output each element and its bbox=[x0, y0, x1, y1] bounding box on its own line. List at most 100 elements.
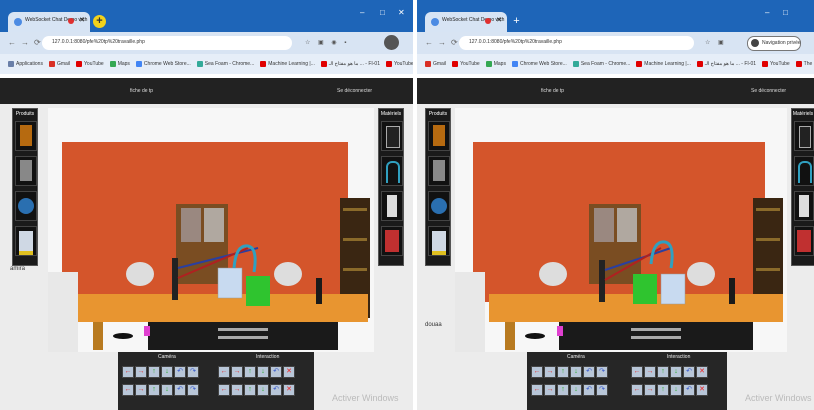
product-slot[interactable] bbox=[428, 226, 450, 256]
bookmark-item[interactable]: Gmail bbox=[425, 61, 446, 67]
material-slot[interactable] bbox=[794, 121, 814, 151]
navigation-icons[interactable]: ←→⟳ bbox=[425, 38, 463, 47]
rotate-left-button[interactable]: ↶ bbox=[270, 366, 282, 378]
browser-tab[interactable]: WebSocket Chat Demo with ✕ bbox=[8, 12, 90, 32]
product-slot[interactable] bbox=[15, 156, 37, 186]
bookmark-item[interactable]: Chrome Web Store... bbox=[135, 61, 191, 67]
rotate-right-button[interactable]: ↷ bbox=[187, 384, 199, 396]
arrow-left-button[interactable]: ← bbox=[631, 384, 643, 396]
close-window-icon[interactable]: ✕ bbox=[398, 8, 405, 17]
bookmark-item[interactable]: ما هو مفتاح الـ ... - FI-01 bbox=[320, 61, 380, 67]
new-tab-button[interactable]: + bbox=[93, 15, 106, 28]
bookmark-item[interactable]: YouTube bbox=[762, 61, 790, 67]
arrow-right-button[interactable]: → bbox=[544, 366, 556, 378]
arrow-left-button[interactable]: ← bbox=[122, 366, 134, 378]
arrow-up-button[interactable]: ↑ bbox=[557, 366, 569, 378]
rotate-left-button[interactable]: ↶ bbox=[583, 384, 595, 396]
delete-button[interactable]: ✕ bbox=[696, 366, 708, 378]
arrow-up-button[interactable]: ↑ bbox=[557, 384, 569, 396]
bookmark-item[interactable]: YouTube bbox=[76, 61, 104, 67]
bookmark-item[interactable]: YouTube bbox=[385, 61, 413, 67]
bookmark-item[interactable]: Machine Learning |... bbox=[636, 61, 691, 67]
navigation-icons[interactable]: ←→⟳ bbox=[8, 38, 46, 47]
arrow-left-button[interactable]: ← bbox=[122, 384, 134, 396]
product-slot[interactable] bbox=[428, 121, 450, 151]
bookmark-item[interactable]: Sea Foam - Chrome... bbox=[572, 61, 630, 67]
bookmark-item[interactable]: YouTube bbox=[452, 61, 480, 67]
maximize-icon[interactable]: □ bbox=[783, 8, 788, 17]
product-slot[interactable] bbox=[15, 226, 37, 256]
rotate-left-button[interactable]: ↶ bbox=[270, 384, 282, 396]
material-slot[interactable] bbox=[794, 226, 814, 256]
material-slot[interactable] bbox=[381, 156, 403, 186]
arrow-down-button[interactable]: ↓ bbox=[570, 384, 582, 396]
arrow-right-button[interactable]: → bbox=[544, 384, 556, 396]
arrow-right-button[interactable]: → bbox=[231, 384, 243, 396]
product-slot[interactable] bbox=[15, 121, 37, 151]
minimize-icon[interactable]: – bbox=[360, 8, 364, 17]
material-slot[interactable] bbox=[381, 191, 403, 221]
material-slot[interactable] bbox=[381, 226, 403, 256]
rotate-left-button[interactable]: ↶ bbox=[683, 384, 695, 396]
maximize-icon[interactable]: □ bbox=[380, 8, 385, 17]
arrow-up-button[interactable]: ↑ bbox=[244, 384, 256, 396]
logout-link[interactable]: Se déconnecter bbox=[751, 88, 786, 94]
arrow-right-button[interactable]: → bbox=[231, 366, 243, 378]
material-slot[interactable] bbox=[381, 121, 403, 151]
bookmark-item[interactable]: ما هو مفتاح الـ ... - FI-01 bbox=[696, 61, 756, 67]
extension-icons[interactable]: ☆ ▣ ◉ ▪ bbox=[305, 39, 349, 46]
arrow-down-button[interactable]: ↓ bbox=[670, 384, 682, 396]
arrow-down-button[interactable]: ↓ bbox=[257, 384, 269, 396]
delete-button[interactable]: ✕ bbox=[696, 384, 708, 396]
arrow-down-button[interactable]: ↓ bbox=[161, 366, 173, 378]
rotate-right-button[interactable]: ↷ bbox=[596, 366, 608, 378]
profile-avatar[interactable] bbox=[384, 35, 399, 50]
rotate-left-button[interactable]: ↶ bbox=[174, 384, 186, 396]
arrow-down-button[interactable]: ↓ bbox=[570, 366, 582, 378]
rotate-left-button[interactable]: ↶ bbox=[174, 366, 186, 378]
arrow-left-button[interactable]: ← bbox=[218, 366, 230, 378]
rotate-left-button[interactable]: ↶ bbox=[683, 366, 695, 378]
incognito-indicator[interactable]: Navigation privée bbox=[747, 36, 801, 51]
rotate-right-button[interactable]: ↷ bbox=[187, 366, 199, 378]
extension-icons[interactable]: ☆ ▣ bbox=[705, 39, 727, 46]
arrow-left-button[interactable]: ← bbox=[531, 366, 543, 378]
url-field[interactable]: 127.0.0.1:8080/pfe%20tp%20travaille.php bbox=[42, 36, 292, 50]
arrow-down-button[interactable]: ↓ bbox=[161, 384, 173, 396]
arrow-up-button[interactable]: ↑ bbox=[657, 384, 669, 396]
product-slot[interactable] bbox=[428, 191, 450, 221]
arrow-right-button[interactable]: → bbox=[135, 384, 147, 396]
arrow-down-button[interactable]: ↓ bbox=[670, 366, 682, 378]
bookmark-item[interactable]: Applications bbox=[8, 61, 43, 67]
arrow-right-button[interactable]: → bbox=[644, 384, 656, 396]
new-tab-button[interactable]: + bbox=[510, 15, 523, 28]
product-slot[interactable] bbox=[15, 191, 37, 221]
material-slot[interactable] bbox=[794, 156, 814, 186]
tab-close-icon[interactable]: ✕ bbox=[496, 16, 502, 24]
arrow-left-button[interactable]: ← bbox=[218, 384, 230, 396]
arrow-right-button[interactable]: → bbox=[135, 366, 147, 378]
arrow-down-button[interactable]: ↓ bbox=[257, 366, 269, 378]
bookmark-item[interactable]: Maps bbox=[485, 61, 506, 67]
rotate-left-button[interactable]: ↶ bbox=[583, 366, 595, 378]
rotate-right-button[interactable]: ↷ bbox=[596, 384, 608, 396]
product-slot[interactable] bbox=[428, 156, 450, 186]
minimize-icon[interactable]: – bbox=[765, 8, 769, 17]
lab-3d-scene[interactable] bbox=[455, 108, 787, 352]
arrow-up-button[interactable]: ↑ bbox=[657, 366, 669, 378]
material-slot[interactable] bbox=[794, 191, 814, 221]
bookmark-item[interactable]: Machine Learning |... bbox=[260, 61, 315, 67]
browser-tab[interactable]: WebSocket Chat Demo with ✕ bbox=[425, 12, 507, 32]
bookmark-item[interactable]: Sea Foam - Chrome... bbox=[196, 61, 254, 67]
url-field[interactable]: 127.0.0.1:8080/pfe%20tp%20travaille.php bbox=[459, 36, 694, 50]
arrow-up-button[interactable]: ↑ bbox=[148, 384, 160, 396]
logout-link[interactable]: Se déconnecter bbox=[337, 88, 372, 94]
delete-button[interactable]: ✕ bbox=[283, 384, 295, 396]
tab-close-icon[interactable]: ✕ bbox=[79, 16, 85, 24]
arrow-right-button[interactable]: → bbox=[644, 366, 656, 378]
bookmark-item[interactable]: Gmail bbox=[48, 61, 70, 67]
bookmark-item[interactable]: Maps bbox=[109, 61, 130, 67]
arrow-up-button[interactable]: ↑ bbox=[148, 366, 160, 378]
delete-button[interactable]: ✕ bbox=[283, 366, 295, 378]
arrow-up-button[interactable]: ↑ bbox=[244, 366, 256, 378]
